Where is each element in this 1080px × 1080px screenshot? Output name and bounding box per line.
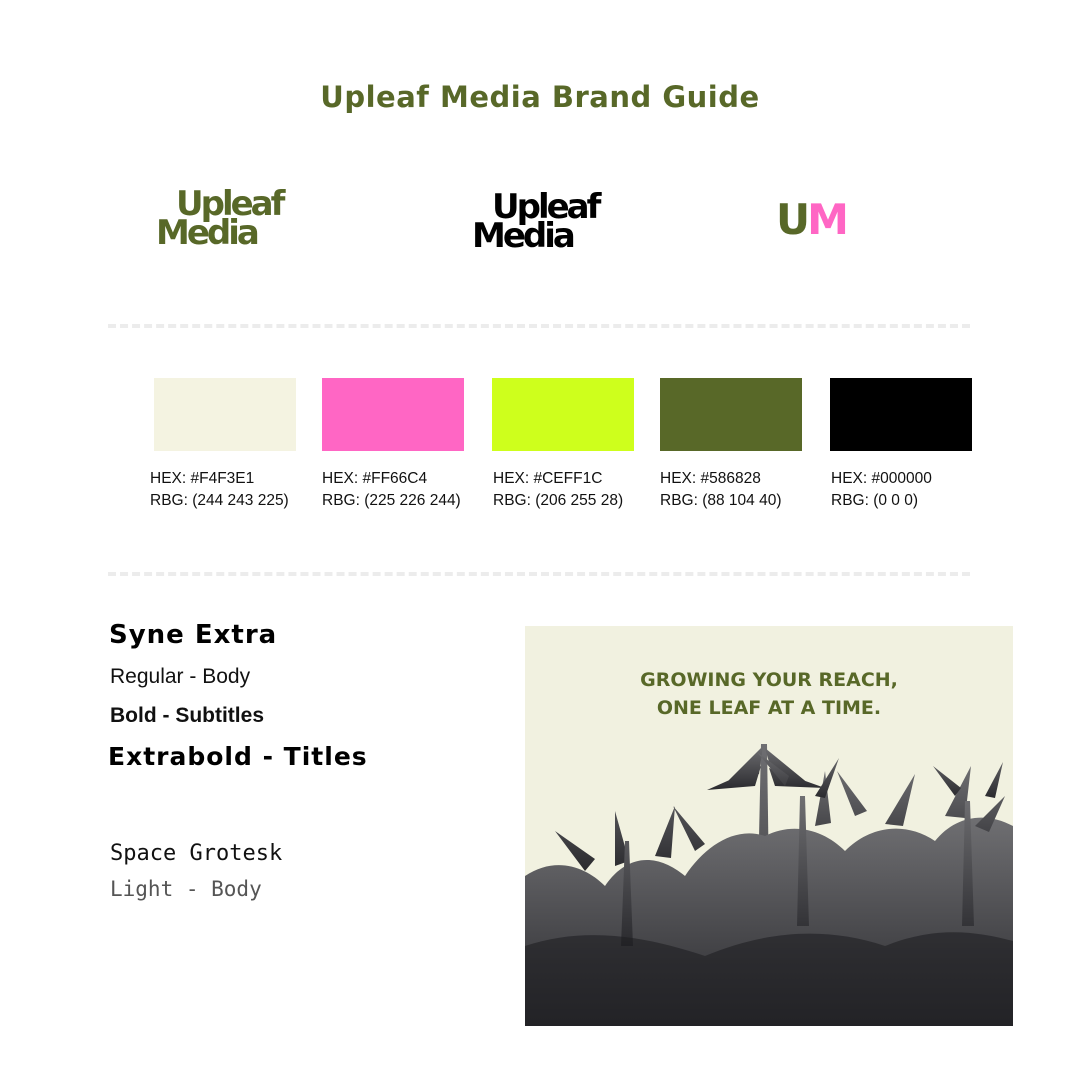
section-divider xyxy=(108,324,970,328)
brand-poster: GROWING YOUR REACH, ONE LEAF AT A TIME. xyxy=(525,626,1013,1026)
poster-tagline: GROWING YOUR REACH, ONE LEAF AT A TIME. xyxy=(525,666,1013,722)
section-divider xyxy=(108,572,970,576)
logo-wordmark-black: Upleaf Media xyxy=(472,190,601,253)
rgb-value: RBG: (0 0 0) xyxy=(831,492,918,509)
swatch-pink xyxy=(322,378,464,451)
hex-value: HEX: #586828 xyxy=(660,470,761,487)
page-title: Upleaf Media Brand Guide xyxy=(320,80,760,114)
swatch-label-black: HEX: #000000 RBG: (0 0 0) xyxy=(831,468,1001,512)
hex-value: HEX: #000000 xyxy=(831,470,932,487)
secondary-font-name: Space Grotesk xyxy=(110,841,283,866)
font-weight-extrabold: Extrabold - Titles xyxy=(108,742,368,771)
rgb-value: RBG: (88 104 40) xyxy=(660,492,782,509)
primary-font-name: Syne Extra xyxy=(109,620,278,650)
swatch-cream xyxy=(154,378,296,451)
tagline-line-1: GROWING YOUR REACH, xyxy=(640,669,898,691)
rgb-value: RBG: (206 255 28) xyxy=(493,492,624,509)
logo-wordmark-green: Upleaf Media xyxy=(156,187,285,250)
logo-monogram: UM xyxy=(776,199,849,241)
monogram-u: U xyxy=(776,195,810,244)
font-weight-regular: Regular - Body xyxy=(110,665,251,688)
tagline-line-2: ONE LEAF AT A TIME. xyxy=(656,697,882,719)
font-weight-light: Light - Body xyxy=(110,877,262,901)
swatch-label-cream: HEX: #F4F3E1 RBG: (244 243 225) xyxy=(150,468,320,512)
swatch-label-olive: HEX: #586828 RBG: (88 104 40) xyxy=(660,468,830,512)
swatch-label-lime: HEX: #CEFF1C RBG: (206 255 28) xyxy=(493,468,663,512)
hex-value: HEX: #F4F3E1 xyxy=(150,470,255,487)
monogram-m: M xyxy=(807,195,849,244)
swatch-olive xyxy=(660,378,802,451)
font-weight-bold: Bold - Subtitles xyxy=(110,704,264,727)
rgb-value: RBG: (225 226 244) xyxy=(322,492,461,509)
hex-value: HEX: #CEFF1C xyxy=(493,470,603,487)
swatch-label-pink: HEX: #FF66C4 RBG: (225 226 244) xyxy=(322,468,492,512)
swatch-black xyxy=(830,378,972,451)
hex-value: HEX: #FF66C4 xyxy=(322,470,428,487)
swatch-lime xyxy=(492,378,634,451)
rgb-value: RBG: (244 243 225) xyxy=(150,492,289,509)
